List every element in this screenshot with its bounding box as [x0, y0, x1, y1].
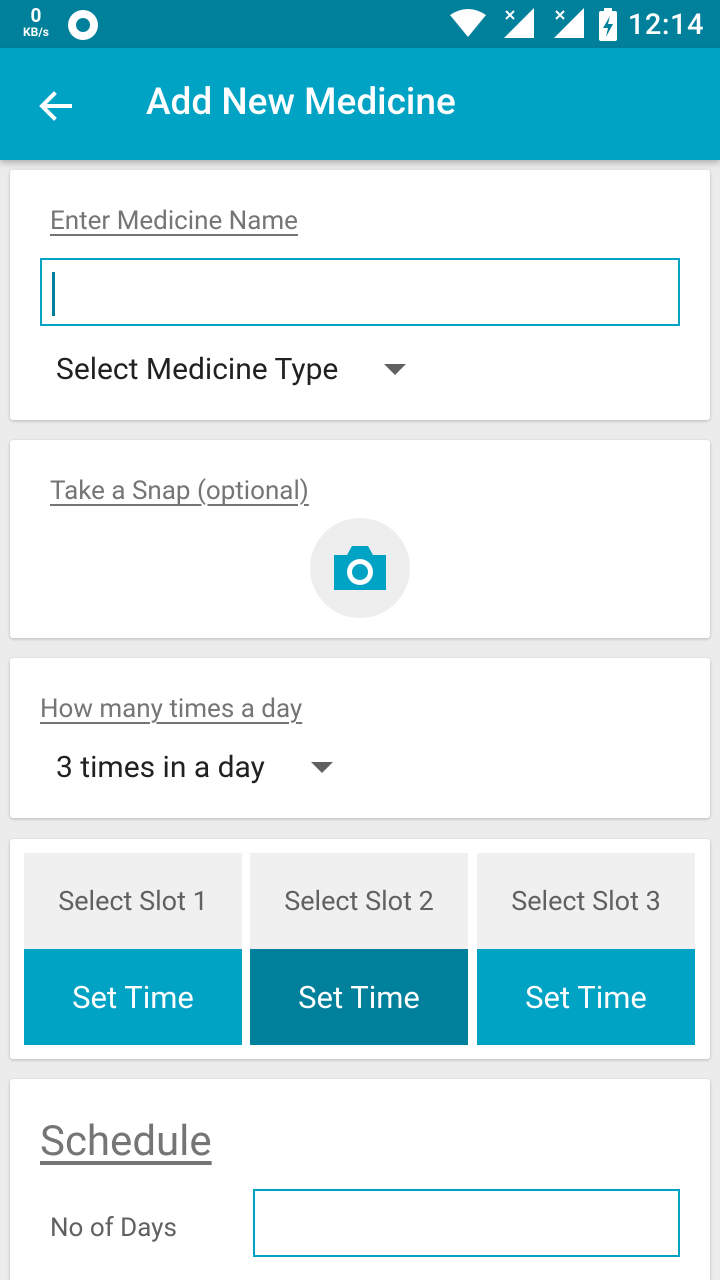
frequency-dropdown[interactable]: 3 times in a day: [56, 750, 333, 785]
set-time-button-1[interactable]: Set Time: [24, 949, 242, 1045]
camera-button[interactable]: [310, 518, 410, 618]
slot-label: Select Slot 3: [477, 853, 695, 949]
network-speed-value: 0: [30, 4, 42, 27]
slot-2: Select Slot 2 Set Time: [250, 853, 468, 1045]
network-speed-unit: KB/s: [23, 25, 49, 39]
slot-1: Select Slot 1 Set Time: [24, 853, 242, 1045]
app-bar: Add New Medicine: [0, 48, 720, 160]
dropdown-arrow-icon: [384, 364, 407, 375]
dropdown-arrow-icon: [310, 762, 333, 773]
medicine-name-label: Enter Medicine Name: [50, 206, 298, 236]
medicine-card: Enter Medicine Name Select Medicine Type: [10, 170, 710, 420]
set-time-button-3[interactable]: Set Time: [477, 949, 695, 1045]
frequency-selected: 3 times in a day: [56, 750, 265, 785]
network-speed: 0 KB/s: [17, 6, 55, 38]
schedule-card: Schedule No of Days: [10, 1079, 710, 1280]
circle-notification-icon: [68, 10, 98, 40]
days-input[interactable]: [253, 1189, 680, 1257]
medicine-type-dropdown[interactable]: Select Medicine Type: [56, 352, 407, 387]
days-label: No of Days: [50, 1213, 177, 1243]
back-button[interactable]: [28, 78, 84, 134]
camera-icon: [334, 546, 386, 590]
frequency-label: How many times a day: [40, 694, 303, 724]
medicine-type-selected: Select Medicine Type: [56, 352, 339, 387]
slot-3: Select Slot 3 Set Time: [477, 853, 695, 1045]
status-bar: 0 KB/s 12:14: [0, 0, 720, 48]
page-title: Add New Medicine: [146, 81, 456, 124]
slot-label: Select Slot 1: [24, 853, 242, 949]
arrow-back-icon: [39, 91, 72, 121]
snap-card: Take a Snap (optional): [10, 440, 710, 638]
clock: 12:14: [627, 8, 704, 42]
medicine-name-input[interactable]: [40, 258, 680, 326]
slot-label: Select Slot 2: [250, 853, 468, 949]
signal-x-icon: [554, 8, 584, 38]
text-caret: [52, 272, 55, 316]
set-time-button-2[interactable]: Set Time: [250, 949, 468, 1045]
time-slots-card: Select Slot 1 Set Time Select Slot 2 Set…: [10, 839, 710, 1059]
wifi-icon: [450, 9, 486, 37]
frequency-card: How many times a day 3 times in a day: [10, 658, 710, 818]
signal-x-icon: [504, 8, 534, 38]
battery-charging-icon: [599, 8, 617, 41]
schedule-title: Schedule: [40, 1117, 212, 1166]
snap-label: Take a Snap (optional): [50, 476, 309, 506]
